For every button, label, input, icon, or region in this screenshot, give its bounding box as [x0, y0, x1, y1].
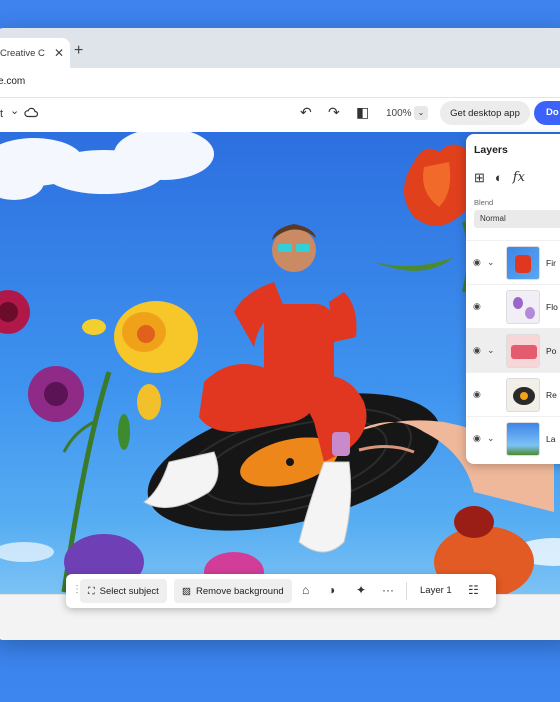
eye-icon[interactable]: ◉	[473, 389, 481, 400]
sparkle-icon[interactable]: ✦	[356, 583, 366, 597]
close-icon[interactable]: ✕	[54, 46, 64, 60]
redo-icon[interactable]: ↷	[328, 104, 340, 121]
tab-strip: Creative C ✕ +	[0, 28, 560, 68]
eye-icon[interactable]: ◉	[473, 345, 481, 356]
cloud-icon[interactable]	[24, 106, 39, 121]
address-bar[interactable]: e.com	[0, 68, 560, 98]
tab-title: Creative C	[0, 47, 45, 59]
download-button[interactable]: Do	[534, 101, 560, 125]
eye-icon[interactable]: ◉	[473, 301, 481, 312]
contextual-task-bar: ⋮ ⛶ Select subject ▨ Remove background ⌂…	[66, 574, 496, 608]
layer-name: Re	[546, 389, 557, 400]
url-text: e.com	[0, 76, 26, 87]
more-options-icon[interactable]: ···	[382, 583, 394, 597]
person-select-icon: ⛶	[88, 585, 95, 597]
image-icon: ▨	[182, 585, 191, 597]
chevron-down-icon[interactable]: ⌄	[414, 106, 428, 120]
layer-row[interactable]: ◉ ⌄ Fir	[466, 240, 560, 284]
chevron-down-icon[interactable]: ⌄	[487, 433, 495, 444]
undo-icon[interactable]: ↶	[300, 104, 312, 121]
remove-background-button[interactable]: ▨ Remove background	[174, 579, 292, 603]
get-desktop-app-button[interactable]: Get desktop app	[440, 101, 530, 125]
blend-mode-select[interactable]: Normal	[474, 210, 560, 228]
adjustment-layer-icon[interactable]: ◐	[495, 170, 503, 186]
layer-name: Fir	[546, 257, 556, 268]
layer-thumbnail	[506, 421, 540, 456]
new-tab-button[interactable]: +	[74, 42, 83, 60]
blend-label: Blend	[474, 198, 494, 207]
app-toolbar: t ⌄ ↶ ↷ ◧ 100% ⌄ Get desktop app Do	[0, 98, 560, 132]
layers-panel: Layers ⊞ ◐ fx Blend Normal ◉ ⌄ Fir ◉ Flo…	[466, 134, 560, 464]
zoom-level[interactable]: 100%	[386, 108, 412, 119]
chevron-down-icon[interactable]: ⌄	[487, 257, 495, 268]
effects-icon[interactable]: fx	[513, 170, 525, 186]
chevron-down-icon[interactable]: ⌄	[10, 104, 19, 117]
browser-tab[interactable]: Creative C ✕	[0, 38, 70, 68]
layer-row[interactable]: ◉ Re	[466, 372, 560, 416]
layer-thumbnail	[506, 377, 540, 412]
layer-thumbnail	[506, 245, 540, 280]
layer-row[interactable]: ◉ Flo	[466, 284, 560, 328]
select-subject-button[interactable]: ⛶ Select subject	[80, 579, 167, 603]
layer-name: Po	[546, 345, 557, 356]
browser-window: Creative C ✕ + e.com t ⌄ ↶ ↷ ◧ 100% ⌄ Ge…	[0, 28, 560, 640]
layer-name: La	[546, 433, 556, 444]
settings-icon[interactable]: ☷	[468, 583, 479, 597]
add-layer-icon[interactable]: ⊞	[474, 170, 485, 186]
divider	[406, 582, 407, 600]
generative-fill-icon[interactable]: ⌂	[302, 583, 309, 597]
layer-thumbnail	[506, 333, 540, 368]
layer-row-selected[interactable]: ◉ ⌄ Po	[466, 328, 560, 372]
eye-icon[interactable]: ◉	[473, 433, 481, 444]
eye-icon[interactable]: ◉	[473, 257, 481, 268]
adjustment-icon[interactable]: ◑	[328, 583, 335, 597]
chevron-down-icon[interactable]: ⌄	[487, 345, 495, 356]
orange-tulip	[374, 144, 476, 293]
layer-thumbnail	[506, 289, 540, 324]
layer-name: Flo	[546, 301, 558, 312]
file-menu-fragment[interactable]: t	[0, 108, 3, 120]
layers-panel-title: Layers	[474, 144, 508, 156]
compare-icon[interactable]: ◧	[356, 104, 369, 121]
remove-background-label: Remove background	[195, 585, 284, 597]
layer-name-label[interactable]: Layer 1	[420, 585, 452, 596]
layers-toolbar: ⊞ ◐ fx	[474, 170, 525, 186]
select-subject-label: Select subject	[99, 585, 159, 597]
layer-row[interactable]: ◉ ⌄ La	[466, 416, 560, 460]
magenta-flower	[0, 290, 30, 334]
